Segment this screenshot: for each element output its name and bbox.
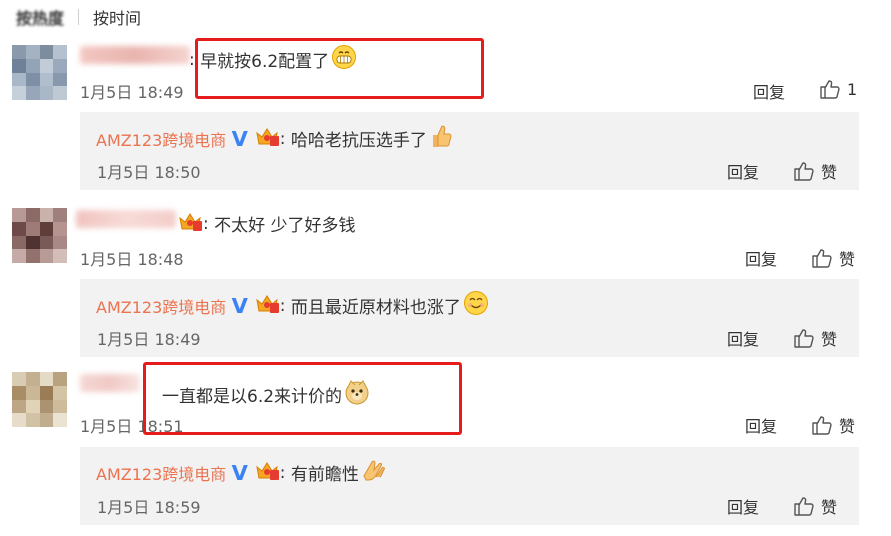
username-blurred[interactable]	[80, 46, 190, 64]
thumbs-up-icon	[794, 329, 814, 348]
like-button[interactable]: 赞	[793, 494, 837, 518]
avatar[interactable]	[12, 372, 67, 427]
thumbs-up-icon	[812, 249, 832, 268]
like-button[interactable]: 1	[819, 79, 857, 99]
comment-time: 1月5日 18:49	[80, 83, 184, 102]
sort-tabs: 按热度 按时间	[16, 6, 141, 28]
thumbs-up-icon	[812, 416, 832, 435]
reply-button[interactable]: 回复	[727, 326, 759, 350]
avatar[interactable]	[12, 208, 67, 263]
like-button[interactable]: 赞	[793, 326, 837, 350]
verified-v-icon: V	[231, 126, 249, 151]
like-button[interactable]: 赞	[811, 413, 855, 437]
reply-button[interactable]: 回复	[727, 159, 759, 183]
highlight-box	[195, 38, 484, 99]
reply-author[interactable]: AMZ123跨境电商	[96, 127, 226, 151]
username-blurred[interactable]	[80, 374, 140, 392]
reply-time: 1月5日 18:50	[97, 163, 201, 182]
highlight-box	[143, 362, 462, 435]
username-blurred[interactable]	[76, 210, 176, 228]
clap-emoji-icon	[361, 458, 387, 487]
reply-text-line: AMZ123跨境电商 V : 而且最近原材料也涨了	[96, 290, 489, 321]
crown-badge-icon	[177, 210, 203, 237]
comment-text: : 不太好 少了好多钱	[177, 210, 356, 237]
crown-badge-icon	[254, 459, 280, 486]
reply-text-line: AMZ123跨境电商 V : 哈哈老抗压选手了	[96, 123, 453, 154]
comment-time: 1月5日 18:48	[80, 250, 184, 269]
reply-author[interactable]: AMZ123跨境电商	[96, 461, 226, 485]
reply-time: 1月5日 18:49	[97, 330, 201, 349]
reply-button[interactable]: 回复	[727, 494, 759, 518]
reply-text-line: AMZ123跨境电商 V : 有前瞻性	[96, 458, 387, 487]
crown-badge-icon	[254, 125, 280, 152]
reply-button[interactable]: 回复	[745, 413, 777, 437]
tab-time[interactable]: 按时间	[93, 5, 141, 29]
thumbs-emoji-icon	[429, 123, 453, 154]
reply-box: AMZ123跨境电商 V : 有前瞻性 1月5日 18:59 回复 赞	[80, 447, 859, 525]
reply-box: AMZ123跨境电商 V : 哈哈老抗压选手了 1月5日 18:50 回复 赞	[80, 112, 859, 190]
thumbs-up-icon	[820, 80, 840, 99]
tab-divider	[78, 9, 80, 25]
like-button[interactable]: 赞	[811, 246, 855, 270]
like-button[interactable]: 赞	[793, 159, 837, 183]
thumbs-up-icon	[794, 162, 814, 181]
reply-time: 1月5日 18:59	[97, 498, 201, 517]
verified-v-icon: V	[231, 293, 249, 318]
verified-v-icon: V	[231, 460, 249, 485]
thumbs-up-icon	[794, 497, 814, 516]
avatar[interactable]	[12, 45, 67, 100]
reply-box: AMZ123跨境电商 V : 而且最近原材料也涨了 1月5日 18:49 回复 …	[80, 279, 859, 357]
hehe-emoji-icon	[463, 290, 489, 321]
reply-button[interactable]: 回复	[753, 79, 785, 103]
reply-author[interactable]: AMZ123跨境电商	[96, 294, 226, 318]
reply-button[interactable]: 回复	[745, 246, 777, 270]
crown-badge-icon	[254, 292, 280, 319]
tab-hot[interactable]: 按热度	[16, 5, 64, 29]
